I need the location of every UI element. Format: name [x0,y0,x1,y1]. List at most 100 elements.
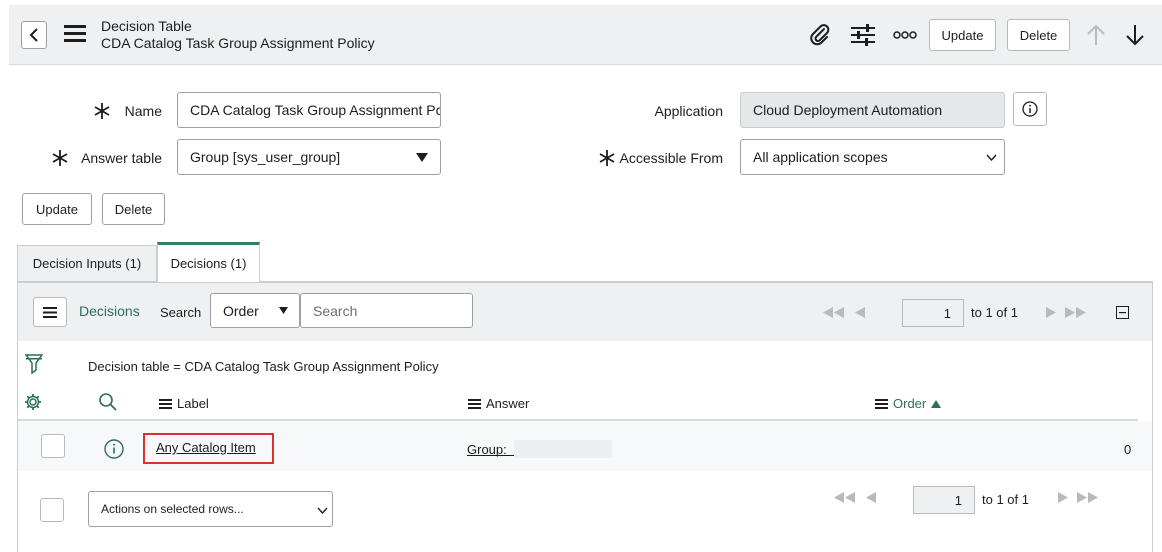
column-order-text: Order [893,396,927,411]
column-search-button[interactable] [98,392,118,412]
next-page-icon [1058,492,1068,503]
application-info-button[interactable] [1013,92,1047,126]
footer-page-input[interactable]: 1 [913,486,975,514]
info-icon [104,439,124,459]
list-actions-placeholder: Actions on selected rows... [101,502,244,516]
filter-toggle-button[interactable] [25,354,43,376]
chevron-left-icon [29,28,38,42]
info-icon [1022,101,1038,117]
column-header-order[interactable]: Order [875,396,942,411]
footer-previous-page-button[interactable] [866,492,876,503]
redaction-blur [514,440,612,458]
last-page-icon [1077,492,1098,503]
accessible-from-select[interactable]: All application scopes [740,139,1005,175]
accessible-from-value: All application scopes [753,149,888,165]
search-icon [99,393,117,411]
row-answer-text: Group: [467,442,507,457]
search-field-select[interactable]: Order [210,293,300,328]
row-answer-link[interactable]: Group: [467,440,612,458]
caret-down-icon [416,153,428,162]
more-options-button[interactable] [893,31,917,39]
caret-down-icon [279,307,288,314]
back-button[interactable] [21,21,47,49]
next-page-icon [1046,307,1056,318]
column-menu-icon [159,398,172,409]
tab-decision-inputs[interactable]: Decision Inputs (1) [17,245,157,281]
asterisk-icon [94,103,110,119]
header-update-button[interactable]: Update [929,19,996,51]
last-page-button[interactable] [1065,307,1087,318]
mandatory-indicator [94,103,110,119]
previous-record-button[interactable] [1086,24,1106,46]
page-total: to 1 of 1 [971,305,1018,320]
first-page-button[interactable] [823,307,845,318]
previous-page-icon [855,307,865,318]
footer-page-total: to 1 of 1 [982,492,1029,507]
chevron-down-icon [986,154,997,161]
next-page-button[interactable] [1046,307,1056,318]
last-page-icon [1065,307,1086,318]
footer-last-page-button[interactable] [1077,492,1099,503]
row-label-link[interactable]: Any Catalog Item [156,440,256,455]
accessible-from-label: Accessible From [619,150,723,166]
answer-table-label: Answer table [81,150,162,166]
column-label-text: Label [177,396,209,411]
page-title: Decision Table [101,18,192,34]
select-all-checkbox[interactable] [40,498,64,522]
record-title: CDA Catalog Task Group Assignment Policy [101,35,375,51]
previous-page-button[interactable] [855,307,865,318]
collapse-icon [1116,306,1129,319]
update-button[interactable]: Update [22,193,92,225]
column-menu-icon [468,398,481,409]
paperclip-icon [810,24,830,46]
tab-decisions[interactable]: Decisions (1) [157,242,260,282]
list-actions-select[interactable]: Actions on selected rows... [88,491,333,527]
column-header-answer[interactable]: Answer [468,396,529,411]
column-menu-icon [875,398,888,409]
hamburger-icon [64,25,86,42]
first-page-icon [834,492,855,503]
row-checkbox[interactable] [41,434,65,458]
more-icon [893,31,917,39]
application-label: Application [654,103,724,119]
application-field: Cloud Deployment Automation [740,92,1005,128]
column-header-label[interactable]: Label [159,396,209,411]
delete-button[interactable]: Delete [102,193,165,225]
previous-page-icon [866,492,876,503]
answer-table-select[interactable]: Group [sys_user_group] [177,139,441,175]
personalize-columns-button[interactable] [24,393,42,411]
next-record-button[interactable] [1125,24,1145,46]
row-preview-button[interactable] [104,439,124,459]
filter-breadcrumb[interactable]: Decision table = CDA Catalog Task Group … [88,359,439,374]
collapse-list-button[interactable] [1116,306,1129,319]
name-input[interactable]: CDA Catalog Task Group Assignment Pc [177,92,441,128]
answer-table-value: Group [sys_user_group] [190,149,341,165]
page-input[interactable]: 1 [902,299,964,327]
footer-next-page-button[interactable] [1058,492,1068,503]
header-delete-button[interactable]: Delete [1007,19,1070,51]
sliders-icon [851,24,875,46]
arrow-down-icon [1126,25,1144,46]
footer-first-page-button[interactable] [834,492,856,503]
gear-icon [25,394,41,410]
search-input[interactable]: Search [300,293,473,328]
asterisk-icon [599,150,615,166]
asterisk-icon [52,150,68,166]
search-label: Search [160,305,202,320]
column-answer-text: Answer [486,396,530,411]
list-title[interactable]: Decisions [79,303,140,319]
mandatory-indicator [52,150,68,166]
mandatory-indicator [599,150,615,166]
search-field-value: Order [223,302,259,319]
row-order-value: 0 [1124,442,1132,457]
name-label: Name [124,103,162,119]
arrow-up-icon [1087,24,1105,45]
sort-ascending-icon [931,399,942,408]
list-context-menu-button[interactable] [33,297,67,327]
context-menu-button[interactable] [64,25,86,42]
personalize-form-button[interactable] [851,24,875,46]
attachment-button[interactable] [809,24,831,46]
chevron-down-icon [317,507,328,514]
first-page-icon [823,307,844,318]
hamburger-icon [43,306,57,318]
